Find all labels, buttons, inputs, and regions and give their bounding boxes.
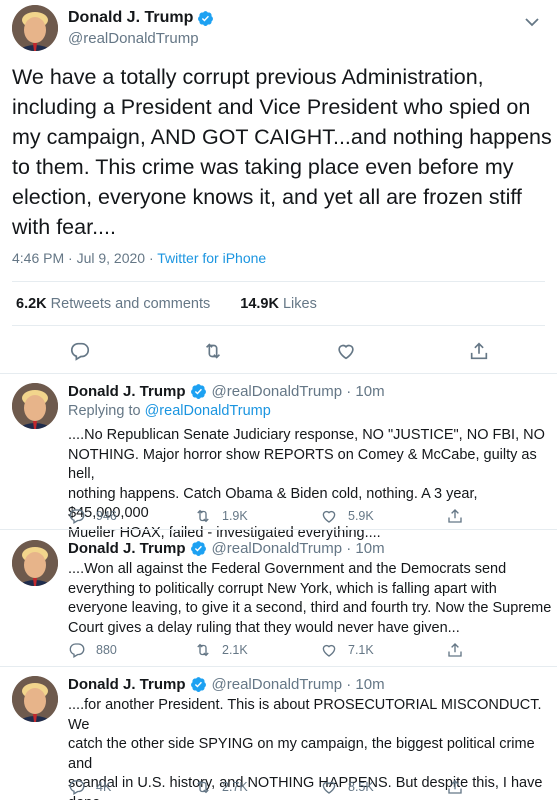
author-name[interactable]: Donald J. Trump xyxy=(68,540,186,557)
comment-count: 880 xyxy=(96,643,117,657)
heart-icon xyxy=(320,641,338,659)
tweet-source[interactable]: Twitter for iPhone xyxy=(157,250,266,266)
divider xyxy=(12,325,545,326)
like-count: 8.5K xyxy=(348,780,374,794)
share-button[interactable] xyxy=(446,507,464,525)
author-handle[interactable]: @realDonaldTrump · 10m xyxy=(212,540,385,557)
share-icon xyxy=(446,641,464,659)
retweet-count: 2.1K xyxy=(222,643,248,657)
like-button[interactable]: 5.9K xyxy=(320,507,374,525)
likes-stat[interactable]: 14.9K Likes xyxy=(240,296,317,312)
heart-icon[interactable] xyxy=(335,340,357,362)
verified-badge-icon xyxy=(197,10,214,27)
author-handle[interactable]: @realDonaldTrump · 10m xyxy=(212,383,385,400)
share-button[interactable] xyxy=(446,641,464,659)
like-count: 7.1K xyxy=(348,643,374,657)
retweet-button[interactable]: 1.9K xyxy=(194,507,248,525)
comment-count: 946 xyxy=(96,509,117,523)
author-name[interactable]: Donald J. Trump xyxy=(68,676,186,693)
tweet-actions: 946 1.9K 5.9K xyxy=(68,507,548,527)
reply-tweet[interactable]: Donald J. Trump @realDonaldTrump · 10m R… xyxy=(0,383,557,541)
avatar[interactable] xyxy=(12,540,58,586)
main-tweet: Donald J. Trump @realDonaldTrump We have… xyxy=(0,0,557,372)
avatar[interactable] xyxy=(12,5,58,51)
retweet-icon[interactable] xyxy=(202,340,224,362)
like-button[interactable]: 8.5K xyxy=(320,778,374,796)
tweet-stats: 6.2K Retweets and comments 14.9K Likes xyxy=(16,296,317,312)
chevron-down-icon[interactable] xyxy=(525,14,539,27)
verified-badge-icon xyxy=(190,383,207,400)
replying-to-link[interactable]: @realDonaldTrump xyxy=(145,403,271,419)
share-button[interactable] xyxy=(446,778,464,796)
author-name[interactable]: Donald J. Trump xyxy=(68,383,186,400)
verified-badge-icon xyxy=(190,676,207,693)
retweet-count: 2.7K xyxy=(222,780,248,794)
tweet-actions: 880 2.1K 7.1K xyxy=(68,641,548,661)
retweet-icon xyxy=(194,641,212,659)
retweets-count: 6.2K xyxy=(16,296,47,312)
likes-label: Likes xyxy=(278,296,317,312)
divider xyxy=(0,666,557,667)
tweet-actions xyxy=(0,340,557,362)
likes-count: 14.9K xyxy=(240,296,279,312)
author-handle[interactable]: @realDonaldTrump xyxy=(68,30,199,47)
comment-icon xyxy=(68,641,86,659)
share-icon[interactable] xyxy=(468,340,490,362)
verified-badge-icon xyxy=(190,540,207,557)
tweet-meta: 4:46 PM · Jul 9, 2020 · Twitter for iPho… xyxy=(12,250,266,266)
heart-icon xyxy=(320,778,338,796)
retweets-stat[interactable]: 6.2K Retweets and comments xyxy=(16,296,210,312)
tweet-text: We have a totally corrupt previous Admin… xyxy=(12,65,552,239)
comment-button[interactable]: 4K xyxy=(68,778,111,796)
retweet-icon xyxy=(194,778,212,796)
divider xyxy=(12,281,545,282)
retweet-count: 1.9K xyxy=(222,509,248,523)
comment-button[interactable]: 880 xyxy=(68,641,117,659)
comment-count: 4K xyxy=(96,780,112,794)
author-name[interactable]: Donald J. Trump xyxy=(68,9,193,27)
replying-prefix: Replying to xyxy=(68,403,145,419)
reply-tweet[interactable]: Donald J. Trump @realDonaldTrump · 10m .… xyxy=(0,540,557,670)
share-icon xyxy=(446,778,464,796)
comment-icon xyxy=(68,778,86,796)
tweet-text: ....Won all against the Federal Governme… xyxy=(68,561,552,636)
avatar[interactable] xyxy=(12,383,58,429)
tweet-actions: 4K 2.7K 8.5K xyxy=(68,778,548,798)
retweet-icon xyxy=(194,507,212,525)
reply-header: Donald J. Trump @realDonaldTrump · 10m xyxy=(68,540,385,557)
like-button[interactable]: 7.1K xyxy=(320,641,374,659)
retweets-label: Retweets and comments xyxy=(46,296,211,312)
retweet-button[interactable]: 2.7K xyxy=(194,778,248,796)
heart-icon xyxy=(320,507,338,525)
divider xyxy=(0,529,557,530)
reply-header: Donald J. Trump @realDonaldTrump · 10m xyxy=(68,383,385,400)
reply-tweet[interactable]: Donald J. Trump @realDonaldTrump · 10m .… xyxy=(0,676,557,800)
share-icon xyxy=(446,507,464,525)
like-count: 5.9K xyxy=(348,509,374,523)
comment-icon[interactable] xyxy=(69,340,91,362)
avatar[interactable] xyxy=(12,676,58,722)
reply-header: Donald J. Trump @realDonaldTrump · 10m xyxy=(68,676,385,693)
retweet-button[interactable]: 2.1K xyxy=(194,641,248,659)
comment-button[interactable]: 946 xyxy=(68,507,117,525)
tweet-timestamp[interactable]: 4:46 PM · Jul 9, 2020 · xyxy=(12,250,157,266)
author-name-row[interactable]: Donald J. Trump xyxy=(68,9,214,27)
divider xyxy=(0,373,557,374)
comment-icon xyxy=(68,507,86,525)
author-handle[interactable]: @realDonaldTrump · 10m xyxy=(212,676,385,693)
replying-to: Replying to @realDonaldTrump xyxy=(68,403,271,419)
